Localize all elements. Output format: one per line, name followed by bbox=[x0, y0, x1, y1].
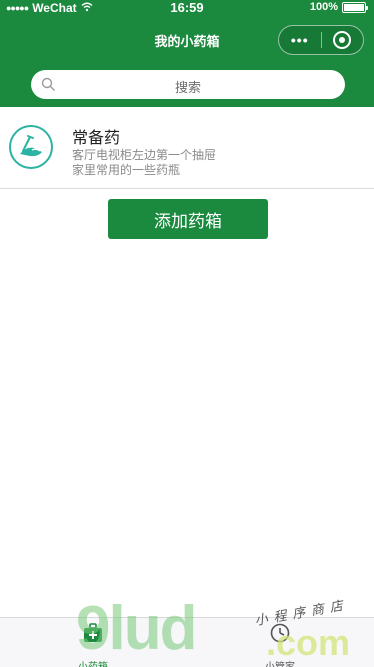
box-name: 常备药 bbox=[72, 130, 121, 147]
add-box-button[interactable]: 添加药箱 bbox=[108, 199, 268, 239]
box-description: 客厅电视柜左边第一个抽屉 家里常用的一些药瓶 bbox=[72, 148, 272, 178]
battery-percent: 100% bbox=[309, 1, 338, 13]
medicine-kit-icon bbox=[84, 623, 102, 642]
target-icon bbox=[333, 31, 352, 49]
tab-medicine-kit[interactable]: 小药箱 bbox=[53, 622, 133, 667]
more-dots-icon: ••• bbox=[290, 32, 309, 48]
tab-label: 小药箱 bbox=[53, 658, 133, 667]
close-mini-program-button[interactable] bbox=[321, 26, 363, 54]
search-input[interactable]: 搜索 bbox=[31, 70, 345, 99]
app-header: ●●●●● WeChat 16:59 100% 我的小药箱 ••• 搜索 bbox=[0, 0, 374, 107]
medicine-bottle-icon bbox=[9, 125, 53, 169]
tab-steward[interactable]: 小管家 bbox=[240, 622, 320, 667]
tab-label: 小管家 bbox=[240, 658, 320, 667]
box-note: 家里常用的一些药瓶 bbox=[72, 163, 181, 177]
mini-program-capsule: ••• bbox=[278, 25, 364, 55]
status-bar: ●●●●● WeChat 16:59 100% bbox=[0, 0, 374, 16]
box-location: 客厅电视柜左边第一个抽屉 bbox=[72, 148, 217, 162]
list-item[interactable]: 常备药 客厅电视柜左边第一个抽屉 家里常用的一些药瓶 bbox=[0, 107, 374, 189]
clock-icon bbox=[270, 623, 290, 643]
more-options-button[interactable]: ••• bbox=[279, 26, 321, 54]
search-placeholder: 搜索 bbox=[174, 80, 201, 95]
battery-icon bbox=[342, 1, 368, 13]
tab-bar: 小药箱 小管家 bbox=[0, 617, 374, 667]
status-right: 100% bbox=[309, 1, 368, 13]
